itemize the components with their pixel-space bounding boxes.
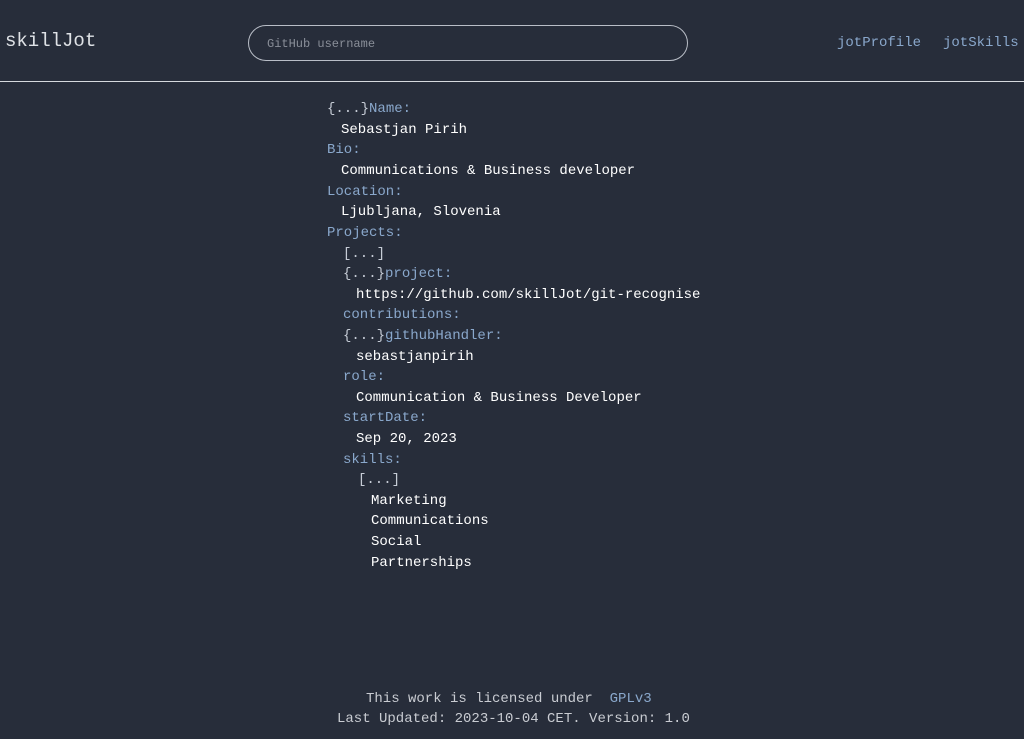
last-updated: Last Updated: 2023-10-04 CET. Version: 1… (337, 711, 690, 727)
skill-item: Communications (371, 513, 489, 529)
license-link[interactable]: GPLv3 (610, 691, 652, 707)
github-handler-key-row: {...}githubHandler: (343, 328, 503, 344)
location-key: Location: (327, 184, 403, 200)
projects-array-toggle[interactable]: [...] (343, 246, 385, 262)
brand-logo[interactable]: skillJot (5, 30, 96, 52)
skill-item: Marketing (371, 493, 447, 509)
name-key-row: {...}Name: (327, 101, 411, 117)
name-value: Sebastjan Pirih (341, 122, 468, 138)
contrib-collapse-toggle[interactable]: {...} (343, 328, 385, 344)
role-value: Communication & Business Developer (356, 390, 642, 406)
role-key: role: (343, 369, 386, 385)
project-key: project: (385, 266, 453, 282)
project-collapse-toggle[interactable]: {...} (343, 266, 385, 282)
project-key-row: {...}project: (343, 266, 452, 282)
project-url[interactable]: https://github.com/skillJot/git-recognis… (356, 287, 700, 303)
github-handler-key: githubHandler: (385, 328, 503, 344)
license-line: This work is licensed under GPLv3 (366, 691, 652, 707)
skills-key: skills: (343, 452, 402, 468)
nav-jot-profile[interactable]: jotProfile (837, 35, 921, 51)
skill-item: Partnerships (371, 555, 472, 571)
name-key: Name: (369, 101, 412, 117)
skill-item: Social (371, 534, 422, 550)
github-handler-value: sebastjanpirih (356, 349, 474, 365)
license-text: This work is licensed under (366, 691, 593, 707)
skills-array-toggle[interactable]: [...] (358, 472, 400, 488)
location-value: Ljubljana, Slovenia (341, 204, 501, 220)
search-box[interactable] (248, 25, 688, 62)
top-bar: skillJot jotProfile jotSkills (0, 0, 1024, 82)
nav-jot-skills[interactable]: jotSkills (943, 35, 1019, 51)
contributions-key: contributions: (343, 307, 461, 323)
projects-key: Projects: (327, 225, 403, 241)
github-username-input[interactable] (265, 26, 669, 62)
start-date-value: Sep 20, 2023 (356, 431, 457, 447)
bio-value: Communications & Business developer (341, 163, 636, 179)
start-date-key: startDate: (343, 410, 428, 426)
collapse-toggle[interactable]: {...} (327, 101, 369, 117)
bio-key: Bio: (327, 142, 361, 158)
